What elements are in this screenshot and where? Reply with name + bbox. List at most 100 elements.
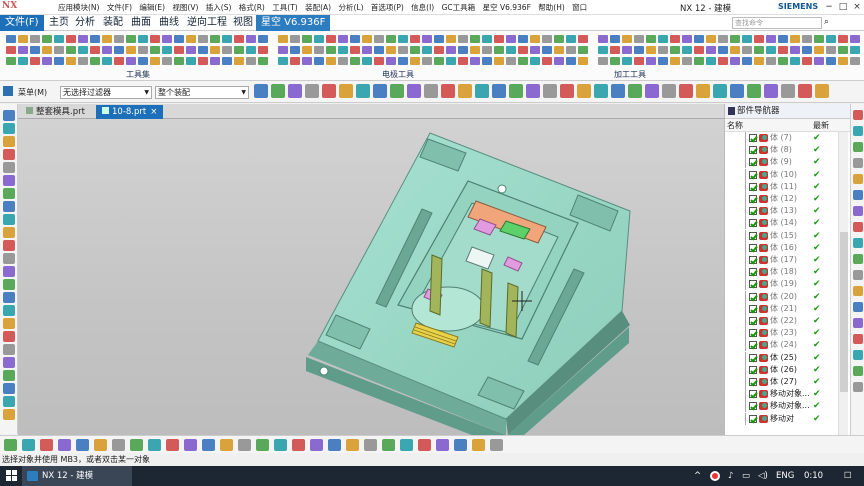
left-tool-icon[interactable] bbox=[3, 396, 15, 407]
ribbon-tool-icon[interactable] bbox=[398, 46, 408, 54]
visibility-checkbox[interactable] bbox=[749, 219, 757, 228]
tab-analysis[interactable]: 分析 bbox=[70, 15, 100, 31]
navigator-row[interactable]: 体 (26) ✔ bbox=[725, 363, 838, 376]
snap-tool-icon[interactable] bbox=[764, 84, 778, 98]
resource-tab-icon[interactable] bbox=[853, 254, 863, 264]
ribbon-tool-icon[interactable] bbox=[302, 46, 312, 54]
ribbon-tool-icon[interactable] bbox=[518, 46, 528, 54]
snap-tool-icon[interactable] bbox=[390, 84, 404, 98]
menu-item[interactable]: 应用模块(N) bbox=[58, 3, 99, 12]
ribbon-tool-icon[interactable] bbox=[234, 57, 244, 65]
ribbon-tool-icon[interactable] bbox=[314, 35, 324, 43]
visibility-checkbox[interactable] bbox=[749, 414, 757, 423]
snap-tool-icon[interactable] bbox=[628, 84, 642, 98]
ribbon-tool-icon[interactable] bbox=[386, 57, 396, 65]
left-tool-icon[interactable] bbox=[3, 162, 15, 173]
ribbon-tool-icon[interactable] bbox=[494, 35, 504, 43]
tab-reverse-engineering[interactable]: 逆向工程 bbox=[182, 15, 232, 31]
resource-tab-icon[interactable] bbox=[853, 222, 863, 232]
visibility-checkbox[interactable] bbox=[749, 292, 757, 301]
ribbon-tool-icon[interactable] bbox=[518, 57, 528, 65]
navigator-row[interactable]: 体 (24) ✔ bbox=[725, 339, 838, 352]
bottom-tool-icon[interactable] bbox=[220, 439, 233, 451]
navigator-row[interactable]: 体 (25) ✔ bbox=[725, 351, 838, 364]
ribbon-tool-icon[interactable] bbox=[138, 35, 148, 43]
col-latest[interactable]: 最新 bbox=[813, 119, 829, 132]
ribbon-tool-icon[interactable] bbox=[6, 46, 16, 54]
ribbon-tool-icon[interactable] bbox=[670, 35, 680, 43]
bottom-tool-icon[interactable] bbox=[22, 439, 35, 451]
snap-tool-icon[interactable] bbox=[424, 84, 438, 98]
ribbon-tool-icon[interactable] bbox=[374, 46, 384, 54]
visibility-checkbox[interactable] bbox=[749, 402, 757, 411]
ribbon-tool-icon[interactable] bbox=[150, 57, 160, 65]
ribbon-tool-icon[interactable] bbox=[362, 35, 372, 43]
menu-item[interactable]: 插入(S) bbox=[206, 3, 232, 12]
tab-xingkong[interactable]: 星空 V6.936F bbox=[256, 15, 331, 31]
ribbon-tool-icon[interactable] bbox=[246, 35, 256, 43]
clock[interactable]: 0:10 bbox=[804, 466, 823, 486]
menu-item[interactable]: 帮助(H) bbox=[538, 3, 565, 12]
ribbon-tool-icon[interactable] bbox=[90, 46, 100, 54]
visibility-checkbox[interactable] bbox=[749, 317, 757, 325]
ribbon-tool-icon[interactable] bbox=[578, 35, 588, 43]
ime-indicator[interactable]: ENG bbox=[776, 466, 794, 486]
ribbon-tool-icon[interactable] bbox=[506, 35, 516, 43]
bottom-tool-icon[interactable] bbox=[364, 439, 377, 451]
ribbon-tool-icon[interactable] bbox=[234, 46, 244, 54]
ribbon-tool-icon[interactable] bbox=[198, 35, 208, 43]
menu-item[interactable]: GC工具箱 bbox=[442, 3, 476, 12]
ribbon-tool-icon[interactable] bbox=[42, 35, 52, 43]
ribbon-tool-icon[interactable] bbox=[398, 57, 408, 65]
navigator-row[interactable]: 体 (10) ✔ bbox=[725, 168, 838, 181]
menu-item[interactable]: 分析(L) bbox=[338, 3, 363, 12]
resource-tab-icon[interactable] bbox=[853, 238, 863, 248]
ribbon-tool-icon[interactable] bbox=[670, 46, 680, 54]
ribbon-tool-icon[interactable] bbox=[598, 46, 608, 54]
ribbon-tool-icon[interactable] bbox=[634, 57, 644, 65]
snap-tool-icon[interactable] bbox=[373, 84, 387, 98]
bottom-tool-icon[interactable] bbox=[202, 439, 215, 451]
bottom-tool-icon[interactable] bbox=[256, 439, 269, 451]
ribbon-tool-icon[interactable] bbox=[150, 46, 160, 54]
ribbon-tool-icon[interactable] bbox=[802, 46, 812, 54]
ribbon-tool-icon[interactable] bbox=[622, 46, 632, 54]
menu-item[interactable]: 装配(A) bbox=[305, 3, 331, 12]
left-tool-icon[interactable] bbox=[3, 123, 15, 134]
ribbon-tool-icon[interactable] bbox=[258, 35, 268, 43]
ribbon-tool-icon[interactable] bbox=[730, 46, 740, 54]
selection-scope-dropdown[interactable]: 整个装配 ▼ bbox=[155, 86, 249, 99]
ribbon-tool-icon[interactable] bbox=[814, 46, 824, 54]
snap-tool-icon[interactable] bbox=[645, 84, 659, 98]
ribbon-tool-icon[interactable] bbox=[90, 35, 100, 43]
snap-tool-icon[interactable] bbox=[271, 84, 285, 98]
ribbon-tool-icon[interactable] bbox=[138, 46, 148, 54]
ribbon-tool-icon[interactable] bbox=[742, 35, 752, 43]
ribbon-tool-icon[interactable] bbox=[174, 35, 184, 43]
navigator-row[interactable]: 体 (13) ✔ bbox=[725, 205, 838, 218]
bottom-tool-icon[interactable] bbox=[40, 439, 53, 451]
ribbon-tool-icon[interactable] bbox=[326, 35, 336, 43]
ribbon-tool-icon[interactable] bbox=[222, 57, 232, 65]
ribbon-tool-icon[interactable] bbox=[622, 35, 632, 43]
snap-tool-icon[interactable] bbox=[815, 84, 829, 98]
navigator-scrollbar[interactable] bbox=[838, 132, 848, 435]
ribbon-tool-icon[interactable] bbox=[434, 46, 444, 54]
command-search-input[interactable]: 查找命令 bbox=[732, 17, 822, 29]
snap-tool-icon[interactable] bbox=[509, 84, 523, 98]
ribbon-tool-icon[interactable] bbox=[114, 35, 124, 43]
left-tool-icon[interactable] bbox=[3, 253, 15, 264]
visibility-checkbox[interactable] bbox=[749, 182, 757, 191]
navigator-row[interactable]: 体 (7) ✔ bbox=[725, 132, 838, 144]
ribbon-tool-icon[interactable] bbox=[410, 35, 420, 43]
bottom-tool-icon[interactable] bbox=[436, 439, 449, 451]
ribbon-tool-icon[interactable] bbox=[494, 57, 504, 65]
visibility-checkbox[interactable] bbox=[749, 170, 757, 179]
ribbon-tool-icon[interactable] bbox=[66, 46, 76, 54]
left-tool-icon[interactable] bbox=[3, 110, 15, 121]
ribbon-tool-icon[interactable] bbox=[518, 35, 528, 43]
ribbon-tool-icon[interactable] bbox=[670, 57, 680, 65]
ribbon-tool-icon[interactable] bbox=[634, 46, 644, 54]
ribbon-tool-icon[interactable] bbox=[234, 35, 244, 43]
graphics-viewport[interactable] bbox=[18, 119, 724, 449]
